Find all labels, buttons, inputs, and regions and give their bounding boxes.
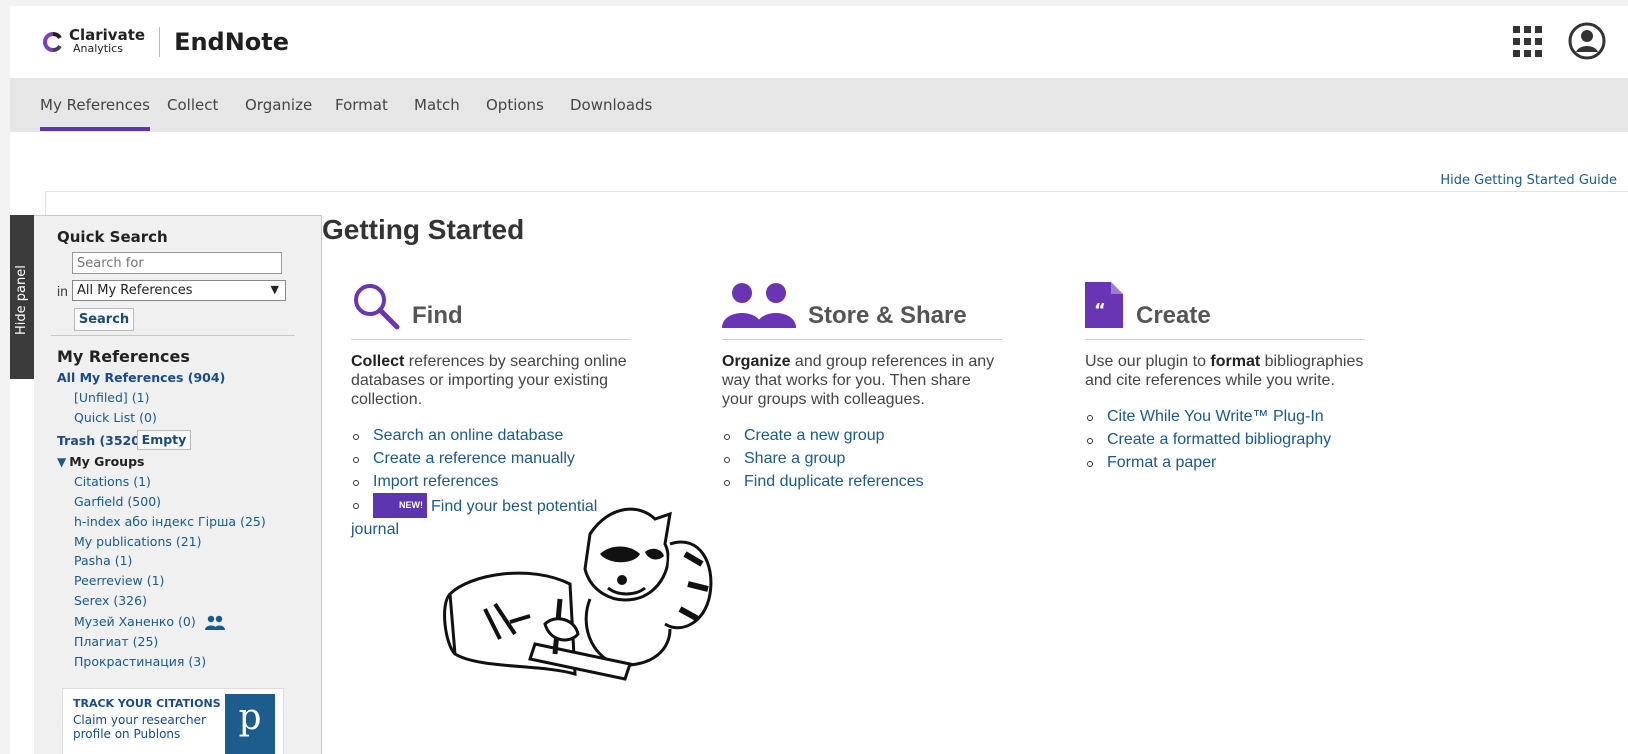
user-account-icon[interactable]: [1567, 21, 1607, 61]
nav-options[interactable]: Options: [486, 96, 544, 114]
logo-company: Clarivate: [69, 26, 146, 44]
share-group-link[interactable]: Share a group: [722, 447, 1002, 470]
search-scope-select[interactable]: All My References ▼: [72, 280, 286, 301]
promo-title: TRACK YOUR CITATIONS: [73, 697, 221, 710]
create-description: Use our plugin to format bibliographies …: [1085, 353, 1364, 389]
getting-started-title: Getting Started: [322, 214, 525, 245]
my-references-title: My References: [57, 347, 190, 366]
group-item[interactable]: Citations (1): [74, 474, 151, 489]
hide-panel-tab[interactable]: Hide panel: [10, 215, 34, 379]
new-badge: NEW!: [373, 493, 427, 518]
hide-panel-label: Hide panel: [14, 265, 29, 335]
product-name: EndNote: [174, 28, 290, 56]
group-item[interactable]: Serex (326): [74, 593, 147, 608]
raccoon-mascot-illustration: [443, 507, 713, 681]
find-description: Collect references by searching online d…: [351, 353, 627, 408]
find-heading: Find: [412, 302, 463, 329]
in-label: in: [57, 283, 68, 299]
quick-search-title: Quick Search: [57, 228, 168, 246]
find-column: Find Collect references by searching onl…: [351, 276, 631, 541]
my-groups-title: My Groups: [69, 454, 145, 469]
create-heading: Create: [1136, 302, 1211, 329]
empty-trash-button[interactable]: Empty: [137, 430, 191, 450]
create-links: Cite While You Write™ Plug-In Create a f…: [1085, 405, 1365, 474]
nav-format[interactable]: Format: [335, 96, 388, 114]
nav-organize[interactable]: Organize: [245, 96, 312, 114]
side-panel: Quick Search in All My References ▼ Sear…: [34, 215, 322, 754]
group-item[interactable]: Pasha (1): [74, 553, 132, 568]
group-item[interactable]: h-index або індекс Гірша (25): [74, 514, 266, 529]
nav-collect[interactable]: Collect: [167, 96, 218, 114]
panel-divider: [51, 335, 295, 336]
quick-search-input[interactable]: [72, 252, 282, 274]
group-item[interactable]: Garfield (500): [74, 494, 161, 509]
svg-text:“: “: [1094, 300, 1106, 321]
search-online-database-link[interactable]: Search an online database: [351, 424, 631, 447]
dropdown-arrow-icon: ▼: [270, 283, 279, 296]
hide-getting-started-link[interactable]: Hide Getting Started Guide: [1440, 173, 1617, 188]
logo-company-sub: Analytics: [73, 42, 123, 55]
document-quote-icon: “: [1085, 282, 1123, 328]
people-icon: [722, 283, 796, 328]
group-item[interactable]: My publications (21): [74, 534, 202, 549]
create-group-link[interactable]: Create a new group: [722, 424, 1002, 447]
create-column: “ Create Use our plugin to format biblio…: [1085, 276, 1365, 474]
group-item[interactable]: Peerreview (1): [74, 573, 164, 588]
find-duplicates-link[interactable]: Find duplicate references: [722, 470, 1002, 493]
publons-promo[interactable]: TRACK YOUR CITATIONS Claim your research…: [62, 688, 284, 754]
top-bar: Clarivate Analytics EndNote: [10, 6, 1628, 78]
endnote-window: Clarivate Analytics EndNote My Reference…: [10, 6, 1628, 754]
search-button[interactable]: Search: [74, 308, 134, 331]
group-item[interactable]: Прокрастинация (3): [74, 654, 206, 669]
import-references-link[interactable]: Import references: [351, 470, 631, 493]
group-item-shared[interactable]: Музей Ханенко (0): [74, 614, 226, 631]
formatted-bibliography-link[interactable]: Create a formatted bibliography: [1085, 428, 1365, 451]
apps-grid-icon[interactable]: [1513, 26, 1545, 58]
store-share-heading: Store & Share: [808, 302, 967, 329]
publons-logo: p: [225, 694, 275, 754]
store-description: Organize and group references in any way…: [722, 353, 995, 408]
store-share-column: Store & Share Organize and group referen…: [722, 276, 1002, 493]
search-scope-value: All My References: [77, 283, 193, 298]
create-reference-link[interactable]: Create a reference manually: [351, 447, 631, 470]
magnifier-icon: [354, 284, 400, 330]
expand-triangle-icon: ▼: [57, 455, 67, 469]
unfiled-link[interactable]: [Unfiled] (1): [74, 390, 149, 405]
quick-list-link[interactable]: Quick List (0): [74, 410, 157, 425]
format-paper-link[interactable]: Format a paper: [1085, 451, 1365, 474]
nav-match[interactable]: Match: [414, 96, 460, 114]
cwyw-plugin-link[interactable]: Cite While You Write™ Plug-In: [1085, 405, 1365, 428]
logo-divider: [159, 27, 161, 57]
clarivate-logo[interactable]: Clarivate Analytics EndNote: [43, 24, 289, 60]
nav-downloads[interactable]: Downloads: [570, 96, 652, 114]
all-references-link[interactable]: All My References (904): [57, 370, 225, 385]
nav-my-references[interactable]: My References: [40, 96, 150, 131]
promo-text: Claim your researcher profile on Publons: [73, 713, 206, 741]
shared-group-icon: [204, 615, 225, 630]
trash-link[interactable]: Trash (3520): [57, 433, 146, 448]
main-nav: My References Collect Organize Format Ma…: [10, 78, 1628, 132]
group-label: Музей Ханенко (0): [74, 614, 196, 629]
clarivate-mark-icon: [43, 32, 62, 52]
my-groups-toggle[interactable]: ▼ My Groups: [57, 454, 144, 469]
store-links: Create a new group Share a group Find du…: [722, 424, 1002, 493]
group-item[interactable]: Плагиат (25): [74, 634, 158, 649]
